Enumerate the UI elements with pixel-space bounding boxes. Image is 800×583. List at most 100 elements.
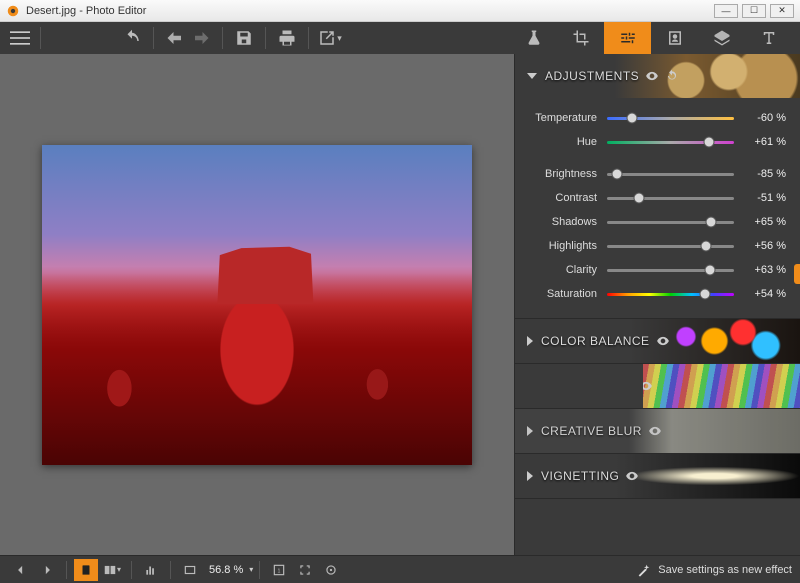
titlebar: Desert.jpg - Photo Editor — ☐ ✕ [0, 0, 800, 22]
window-title: Desert.jpg - Photo Editor [26, 5, 146, 17]
chevron-right-icon [527, 381, 533, 391]
tab-text[interactable] [745, 22, 792, 54]
slider-highlights: Highlights +56 % [525, 234, 786, 258]
slider-value: +56 % [742, 240, 786, 252]
zoom-dropdown-icon[interactable]: ▾ [249, 565, 253, 574]
chevron-right-icon [527, 426, 533, 436]
slider-value: +65 % [742, 216, 786, 228]
slider-shadows: Shadows +65 % [525, 210, 786, 234]
tab-adjust[interactable] [604, 22, 651, 54]
prev-image-button[interactable] [9, 559, 33, 581]
window-maximize-button[interactable]: ☐ [742, 4, 766, 18]
slider-track[interactable] [607, 216, 734, 228]
next-image-button[interactable] [35, 559, 59, 581]
chevron-down-icon [527, 73, 537, 79]
slider-track[interactable] [607, 112, 734, 124]
chevron-right-icon [527, 336, 533, 346]
zoom-actual-button[interactable]: 1 [267, 559, 291, 581]
slider-thumb[interactable] [701, 241, 712, 252]
slider-label: Highlights [525, 240, 597, 252]
export-button[interactable]: ▾ [317, 25, 343, 51]
undo-button[interactable] [119, 25, 145, 51]
slider-track[interactable] [607, 288, 734, 300]
adjustments-body: Temperature -60 % Hue +61 % Brightness-85 % C… [515, 98, 800, 318]
top-toolbar: ▾ [0, 22, 800, 54]
zoom-level[interactable]: 56.8 % [209, 564, 243, 576]
visibility-icon[interactable] [639, 379, 653, 393]
section-title: VIGNETTING [541, 469, 619, 483]
histogram-button[interactable] [139, 559, 163, 581]
slider-value: -60 % [742, 112, 786, 124]
save-as-effect-button[interactable]: Save settings as new effect [636, 562, 792, 578]
slider-track[interactable] [607, 192, 734, 204]
back-button[interactable] [162, 25, 188, 51]
slider-thumb[interactable] [703, 137, 714, 148]
section-tone-curves: TONE CURVES [515, 364, 800, 409]
slider-label: Brightness [525, 168, 597, 180]
single-view-button[interactable] [74, 559, 98, 581]
slider-saturation: Saturation+54 % [525, 282, 786, 306]
section-creative-blur: CREATIVE BLUR [515, 409, 800, 454]
slider-thumb[interactable] [704, 265, 715, 276]
window-minimize-button[interactable]: — [714, 4, 738, 18]
slider-track[interactable] [607, 168, 734, 180]
slider-thumb[interactable] [633, 193, 644, 204]
tab-lab[interactable] [510, 22, 557, 54]
slider-thumb[interactable] [627, 113, 638, 124]
slider-thumb[interactable] [612, 169, 623, 180]
slider-value: +54 % [742, 288, 786, 300]
slider-label: Contrast [525, 192, 597, 204]
slider-hue: Hue +61 % [525, 130, 786, 154]
slider-thumb[interactable] [706, 217, 717, 228]
panel-tabs [510, 22, 792, 54]
save-button[interactable] [231, 25, 257, 51]
visibility-icon[interactable] [648, 424, 662, 438]
slider-clarity: Clarity +63 % [525, 258, 786, 282]
section-header[interactable]: COLOR BALANCE [515, 319, 800, 363]
window-close-button[interactable]: ✕ [770, 4, 794, 18]
section-title: TONE CURVES [541, 379, 633, 393]
section-adjustments-header[interactable]: ADJUSTMENTS [515, 54, 800, 98]
panel-collapse-handle[interactable] [794, 264, 800, 284]
section-header[interactable]: VIGNETTING [515, 454, 800, 498]
visibility-icon[interactable] [625, 469, 639, 483]
slider-value: +61 % [742, 136, 786, 148]
slider-thumb[interactable] [699, 289, 710, 300]
tab-crop[interactable] [557, 22, 604, 54]
menu-button[interactable] [8, 26, 32, 50]
section-adjustments-title: ADJUSTMENTS [545, 69, 639, 83]
slider-value: -51 % [742, 192, 786, 204]
section-vignetting: VIGNETTING [515, 454, 800, 499]
section-header[interactable]: TONE CURVES [515, 364, 800, 408]
tab-portrait[interactable] [651, 22, 698, 54]
slider-value: +63 % [742, 264, 786, 276]
app-icon [6, 4, 20, 18]
tab-layers[interactable] [698, 22, 745, 54]
fit-screen-button[interactable] [178, 559, 202, 581]
slider-label: Hue [525, 136, 597, 148]
visibility-icon[interactable] [645, 69, 659, 83]
section-title: CREATIVE BLUR [541, 424, 642, 438]
canvas-area[interactable] [0, 54, 514, 555]
bottom-toolbar: ▾ 56.8 % ▾ 1 Save settings as new effect [0, 555, 800, 583]
slider-brightness: Brightness-85 % [525, 162, 786, 186]
zoom-fit-button[interactable] [293, 559, 317, 581]
slider-track[interactable] [607, 136, 734, 148]
pan-tool-button[interactable] [319, 559, 343, 581]
slider-label: Temperature [525, 112, 597, 124]
section-header[interactable]: CREATIVE BLUR [515, 409, 800, 453]
reset-icon[interactable] [665, 69, 679, 83]
compare-view-button[interactable]: ▾ [100, 559, 124, 581]
slider-track[interactable] [607, 264, 734, 276]
save-as-effect-label: Save settings as new effect [658, 564, 792, 576]
forward-button[interactable] [188, 25, 214, 51]
slider-label: Clarity [525, 264, 597, 276]
slider-temperature: Temperature -60 % [525, 106, 786, 130]
section-title: COLOR BALANCE [541, 334, 650, 348]
chevron-right-icon [527, 471, 533, 481]
print-button[interactable] [274, 25, 300, 51]
visibility-icon[interactable] [656, 334, 670, 348]
slider-track[interactable] [607, 240, 734, 252]
slider-label: Shadows [525, 216, 597, 228]
wand-icon [636, 562, 652, 578]
